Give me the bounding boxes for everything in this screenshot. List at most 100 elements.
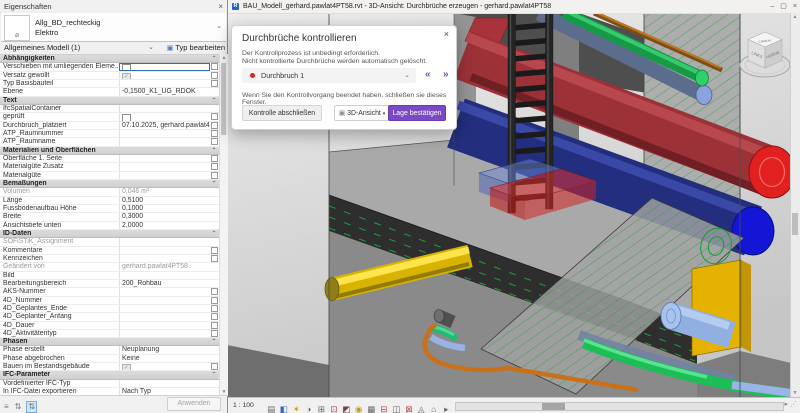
property-value[interactable]: -0,1500_K1_UG_RDOK: [119, 88, 210, 95]
property-value[interactable]: [119, 80, 210, 87]
property-value[interactable]: [119, 163, 210, 170]
collapse-icon[interactable]: ⌃: [209, 180, 219, 187]
sort-ascending-icon[interactable]: ⇅: [14, 401, 23, 413]
property-group-header[interactable]: Abhängigkeiten⌃: [0, 55, 219, 63]
scrollbar-thumb[interactable]: [542, 403, 565, 410]
associate-parameter-button[interactable]: [211, 130, 218, 137]
associate-parameter-button[interactable]: [211, 247, 218, 254]
dialog-close-icon[interactable]: ×: [444, 29, 449, 39]
property-group-header[interactable]: Phasen⌃: [0, 338, 219, 346]
property-value[interactable]: ✓: [119, 363, 210, 370]
property-value[interactable]: gerhard.pawlat4PT58: [119, 263, 210, 270]
associate-parameter-button[interactable]: [211, 313, 218, 320]
property-value[interactable]: [119, 322, 210, 329]
property-value[interactable]: [119, 105, 210, 112]
property-group-header[interactable]: ID-Daten⌃: [0, 230, 219, 238]
collapse-icon[interactable]: ⌃: [209, 55, 219, 62]
durchbruch-select[interactable]: Durchbruch 1 ⌄: [242, 68, 416, 83]
associate-parameter-button[interactable]: [211, 72, 218, 79]
collapse-icon[interactable]: ⌃: [209, 371, 219, 378]
associate-parameter-button[interactable]: [211, 322, 218, 329]
property-value[interactable]: [119, 313, 210, 320]
instance-selector[interactable]: Allgemeines Modell (1): [4, 41, 80, 54]
property-value[interactable]: 2,0000: [119, 222, 210, 229]
resize-grip-icon[interactable]: ▸ ⋰: [785, 400, 797, 408]
collapse-icon[interactable]: ⌃: [209, 230, 219, 237]
associate-parameter-button[interactable]: [211, 122, 218, 129]
more-tools-icon[interactable]: ▸: [440, 402, 453, 413]
property-group-header[interactable]: Materialien und Oberflächen⌃: [0, 147, 219, 155]
checkbox[interactable]: [122, 64, 131, 70]
property-value[interactable]: [119, 63, 210, 70]
associate-parameter-button[interactable]: [211, 80, 218, 87]
scrollbar-thumb[interactable]: [221, 63, 226, 135]
property-value[interactable]: [119, 272, 210, 279]
chevron-down-icon[interactable]: ⌄: [148, 41, 154, 54]
home-view-icon[interactable]: ⌂: [428, 402, 441, 413]
collapse-icon[interactable]: ⌃: [209, 97, 219, 104]
finish-control-button[interactable]: Kontrolle abschließen: [242, 105, 322, 121]
associate-parameter-button[interactable]: [211, 63, 218, 70]
scroll-down-icon[interactable]: ▼: [791, 390, 799, 396]
property-value[interactable]: [119, 130, 210, 137]
associate-parameter-button[interactable]: [211, 163, 218, 170]
associate-parameter-button[interactable]: [211, 288, 218, 295]
sort-descending-icon[interactable]: ⇅: [26, 401, 37, 413]
property-value[interactable]: [119, 380, 210, 387]
shadows-icon[interactable]: ◑: [303, 402, 316, 413]
property-value[interactable]: Keine: [119, 355, 210, 362]
property-value[interactable]: [119, 113, 210, 120]
palette-scrollbar[interactable]: ▲ ▼: [219, 54, 228, 396]
associate-parameter-button[interactable]: [211, 138, 218, 145]
horizontal-scrollbar[interactable]: [455, 402, 784, 411]
associate-parameter-button[interactable]: [211, 255, 218, 262]
property-value[interactable]: [119, 297, 210, 304]
property-value[interactable]: [119, 247, 210, 254]
scroll-up-icon[interactable]: ▲: [220, 55, 228, 61]
temporary-hide-isolate-icon[interactable]: ◩: [340, 402, 353, 413]
show-crop-region-icon[interactable]: ⊡: [328, 402, 341, 413]
property-value[interactable]: [119, 330, 210, 337]
displace-elements-icon[interactable]: ⊠: [403, 402, 416, 413]
property-group-header[interactable]: Bemaßungen⌃: [0, 180, 219, 188]
property-value[interactable]: 0,046 m³: [119, 188, 210, 195]
property-value[interactable]: 0,1000: [119, 205, 210, 212]
3d-view-dropdown-button[interactable]: ▣ 3D-Ansicht ▾: [334, 105, 390, 121]
detail-level-icon[interactable]: ▤: [265, 402, 278, 413]
scale-button[interactable]: 1 : 100: [233, 400, 254, 412]
property-value[interactable]: 200_Rohbau: [119, 280, 210, 287]
minimize-icon[interactable]: –: [770, 3, 774, 10]
property-value[interactable]: [119, 155, 210, 162]
sun-path-icon[interactable]: ✶: [290, 402, 303, 413]
property-value[interactable]: 07.10.2025, gerhard.pawlat4PT58: [119, 122, 210, 129]
apply-button[interactable]: Anwenden: [167, 397, 221, 411]
property-value[interactable]: Neuplanung: [119, 346, 210, 353]
reveal-hidden-elements-icon[interactable]: ◉: [353, 402, 366, 413]
crop-view-icon[interactable]: ⊞: [315, 402, 328, 413]
analytical-model-icon[interactable]: ◬: [415, 402, 428, 413]
viewport-vertical-scrollbar[interactable]: ▲ ▼: [790, 13, 800, 397]
scroll-up-icon[interactable]: ▲: [791, 14, 799, 20]
next-button[interactable]: »: [443, 69, 449, 80]
maximize-icon[interactable]: ▢: [780, 3, 787, 10]
property-value[interactable]: [119, 288, 210, 295]
palette-close-icon[interactable]: ×: [218, 0, 223, 13]
edit-type-button[interactable]: ▣Typ bearbeiten: [167, 41, 225, 55]
confirm-position-button[interactable]: Lage bestätigen: [388, 105, 446, 121]
property-value[interactable]: 0,5100: [119, 197, 210, 204]
collapse-icon[interactable]: ⌃: [209, 338, 219, 345]
associate-parameter-button[interactable]: [211, 297, 218, 304]
type-selector[interactable]: ⌀ Allg_BD_rechteckig Elektro ⌄: [1, 13, 226, 42]
property-value[interactable]: [119, 138, 210, 145]
close-icon[interactable]: ×: [793, 3, 797, 10]
properties-order-icon[interactable]: ≡: [3, 401, 10, 413]
collapse-icon[interactable]: ⌃: [209, 147, 219, 154]
associate-parameter-button[interactable]: [211, 330, 218, 337]
associate-parameter-button[interactable]: [211, 113, 218, 120]
temporary-view-properties-icon[interactable]: ▦: [365, 402, 378, 413]
property-group-header[interactable]: Text⌃: [0, 97, 219, 105]
associate-parameter-button[interactable]: [211, 172, 218, 179]
property-value[interactable]: 0,3000: [119, 213, 210, 220]
checkbox[interactable]: [122, 114, 131, 120]
property-value[interactable]: ✓: [119, 72, 210, 79]
